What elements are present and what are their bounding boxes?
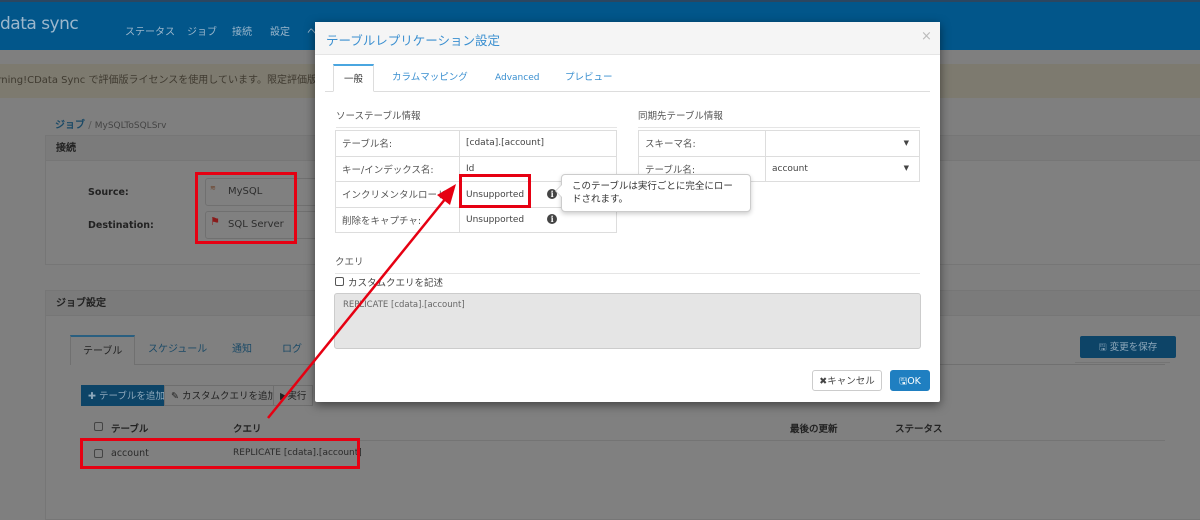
annotation-arrow bbox=[267, 184, 456, 419]
arrow-line bbox=[267, 197, 447, 419]
arrow-head bbox=[437, 184, 456, 205]
